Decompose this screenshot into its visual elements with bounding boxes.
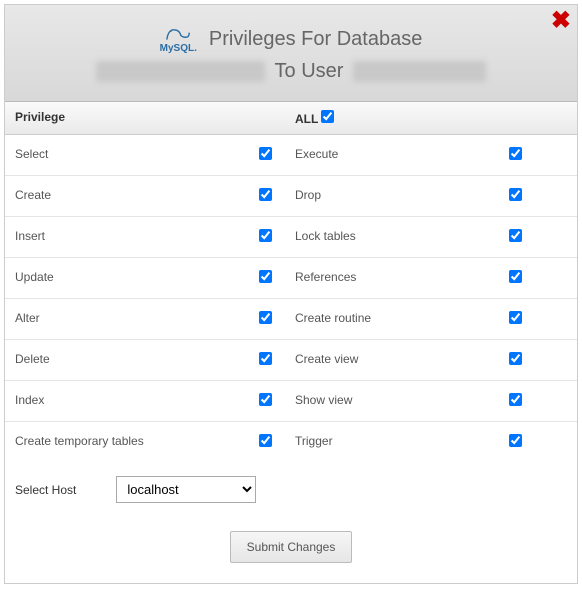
privilege-row: Update References: [5, 258, 577, 299]
privilege-checkbox[interactable]: [259, 188, 272, 201]
user-name-redacted: XXXXXX XXXX: [353, 61, 486, 82]
privilege-row: Create Drop: [5, 176, 577, 217]
all-header-label: ALL: [295, 112, 318, 126]
privilege-row: Index Show view: [5, 381, 577, 422]
privilege-label: Index: [5, 381, 245, 421]
dialog-title: Privileges For Database: [209, 28, 422, 51]
privilege-checkbox[interactable]: [509, 352, 522, 365]
privileges-dialog: ✖ MySQL. Privileges For Database XXXXXX …: [4, 4, 578, 584]
privilege-label: Create routine: [285, 299, 495, 339]
privilege-row: Insert Lock tables: [5, 217, 577, 258]
privilege-label: Execute: [285, 135, 495, 175]
privilege-label: Select: [5, 135, 245, 175]
privilege-checkbox[interactable]: [509, 270, 522, 283]
privilege-column-header: Privilege: [5, 102, 245, 134]
privilege-checkbox[interactable]: [509, 393, 522, 406]
all-checkbox[interactable]: [321, 110, 334, 123]
dialog-header: MySQL. Privileges For Database XXXXXX XX…: [5, 5, 577, 102]
mysql-logo-text: MySQL.: [160, 43, 197, 54]
privilege-checkbox[interactable]: [509, 434, 522, 447]
privilege-checkbox[interactable]: [509, 147, 522, 160]
dialog-subtitle: XXXXXX XXXXXXX To User XXXXXX XXXX: [15, 60, 567, 83]
privilege-label: Insert: [5, 217, 245, 257]
privilege-label: Alter: [5, 299, 245, 339]
submit-section: Submit Changes: [5, 517, 577, 583]
privilege-label: Create temporary tables: [5, 422, 245, 462]
privilege-label: Lock tables: [285, 217, 495, 257]
privilege-checkbox[interactable]: [509, 229, 522, 242]
host-section: Select Host localhost: [5, 462, 577, 517]
privilege-row: Select Execute: [5, 135, 577, 176]
privilege-row: Create temporary tables Trigger: [5, 422, 577, 462]
privileges-table-body: Select Execute Create Drop Insert Lock tables…: [5, 135, 577, 462]
privilege-label: Delete: [5, 340, 245, 380]
privilege-checkbox[interactable]: [259, 147, 272, 160]
privilege-checkbox[interactable]: [259, 229, 272, 242]
privilege-label: Drop: [285, 176, 495, 216]
table-header-row: Privilege ALL: [5, 102, 577, 135]
privilege-checkbox[interactable]: [509, 188, 522, 201]
privilege-label: Create view: [285, 340, 495, 380]
privilege-label: Trigger: [285, 422, 495, 462]
privilege-label: References: [285, 258, 495, 298]
submit-changes-button[interactable]: Submit Changes: [230, 531, 353, 563]
host-select[interactable]: localhost: [116, 476, 256, 503]
privilege-row: Delete Create view: [5, 340, 577, 381]
privilege-checkbox[interactable]: [259, 270, 272, 283]
privilege-checkbox[interactable]: [509, 311, 522, 324]
privilege-checkbox[interactable]: [259, 434, 272, 447]
privilege-checkbox[interactable]: [259, 352, 272, 365]
privilege-row: Alter Create routine: [5, 299, 577, 340]
privilege-label: Update: [5, 258, 245, 298]
privilege-checkbox[interactable]: [259, 393, 272, 406]
all-column-header: ALL: [285, 102, 577, 134]
privilege-label: Create: [5, 176, 245, 216]
mysql-logo: MySQL.: [160, 25, 197, 54]
select-host-label: Select Host: [15, 483, 76, 497]
database-name-redacted: XXXXXX XXXXXXX: [96, 61, 265, 82]
to-user-label: To User: [275, 60, 344, 82]
privilege-checkbox[interactable]: [259, 311, 272, 324]
close-icon[interactable]: ✖: [551, 9, 571, 33]
privilege-label: Show view: [285, 381, 495, 421]
